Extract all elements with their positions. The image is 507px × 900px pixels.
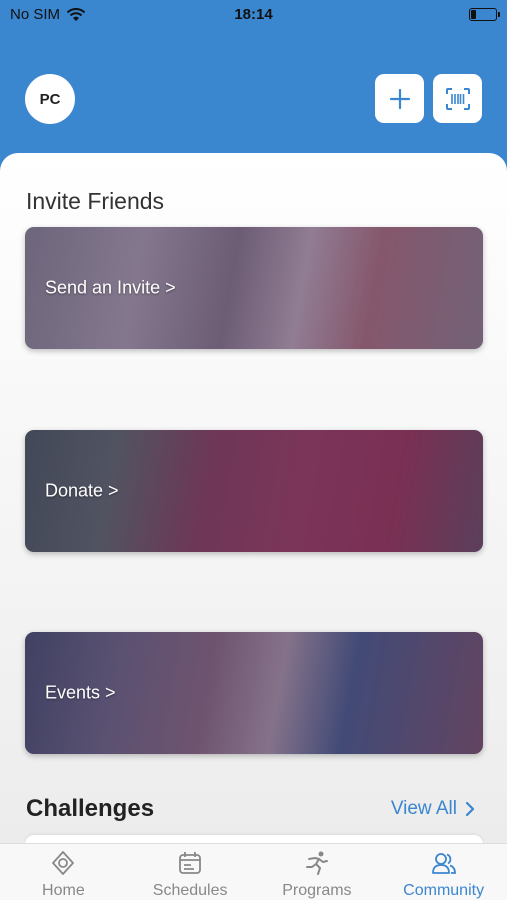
view-all-link[interactable]: View All <box>391 798 475 820</box>
battery-icon <box>469 8 500 21</box>
tab-community[interactable]: Community <box>380 844 507 900</box>
tab-programs[interactable]: Programs <box>254 844 381 900</box>
home-icon <box>52 851 75 875</box>
donate-card[interactable]: Donate > <box>25 430 483 552</box>
barcode-scan-icon <box>445 87 470 110</box>
scan-button[interactable] <box>433 74 482 123</box>
tab-schedules[interactable]: Schedules <box>127 844 254 900</box>
card-label: Donate > <box>45 480 119 501</box>
tab-label: Schedules <box>152 882 228 899</box>
send-invite-card[interactable]: Send an Invite > <box>25 227 483 349</box>
plus-icon <box>389 88 410 109</box>
content-sheet: Invite Friends Send an Invite > Donate >… <box>0 153 507 843</box>
section-title-invite: Invite Friends <box>26 188 165 214</box>
avatar[interactable]: PC <box>25 74 75 124</box>
status-bar: No SIM 18:14 <box>0 0 507 30</box>
add-button[interactable] <box>375 74 424 123</box>
challenge-card-peek[interactable] <box>25 835 483 843</box>
runner-icon <box>305 851 328 875</box>
events-card[interactable]: Events > <box>25 632 483 754</box>
card-label: Events > <box>45 682 116 703</box>
tab-label: Programs <box>282 882 352 899</box>
tab-home[interactable]: Home <box>0 844 127 900</box>
chevron-right-icon <box>465 801 475 817</box>
view-all-label: View All <box>390 798 457 819</box>
battery-level <box>471 10 476 19</box>
tab-label: Home <box>42 882 85 899</box>
tab-bar: Home Schedules Programs Community <box>0 843 507 900</box>
section-title-challenges: Challenges <box>26 795 155 822</box>
community-icon <box>431 853 456 874</box>
tab-label: Community <box>403 882 485 899</box>
card-label: Send an Invite > <box>45 277 176 298</box>
status-time: 18:14 <box>234 6 273 23</box>
calendar-icon <box>179 852 202 874</box>
